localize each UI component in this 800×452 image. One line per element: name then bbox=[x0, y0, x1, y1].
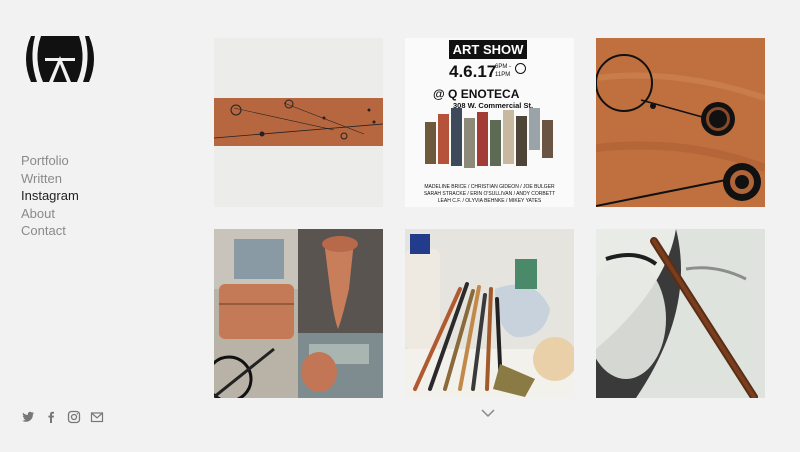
mail-icon[interactable] bbox=[90, 410, 104, 424]
nav-item-portfolio[interactable]: Portfolio bbox=[21, 152, 79, 170]
poster-artists-line: MADELINE BRICE / CHRISTIAN GIDEON / JOE … bbox=[424, 184, 555, 190]
social-links bbox=[21, 410, 104, 424]
poster-time-start: 6PM - bbox=[495, 64, 512, 70]
instagram-post-wooden-pen[interactable] bbox=[596, 229, 765, 398]
instagram-post-wood-detail[interactable] bbox=[596, 38, 765, 207]
instagram-post-leather-bag[interactable] bbox=[214, 229, 383, 398]
twitter-icon[interactable] bbox=[21, 410, 35, 424]
instagram-post-art-show-poster[interactable]: ART SHOW 4.6.17 6PM - 11PM @ Q ENOTECA 3… bbox=[405, 38, 574, 207]
poster-venue: @ Q ENOTECA bbox=[433, 87, 520, 101]
nav-item-instagram[interactable]: Instagram bbox=[21, 187, 79, 205]
facebook-icon[interactable] bbox=[44, 410, 58, 424]
poster-artists-line: SARAH STRACKE / ERIN O'SULLIVAN / ANDY C… bbox=[423, 191, 556, 197]
poster-date: 4.6.17 bbox=[449, 62, 497, 81]
poster-time: 6PM - 11PM bbox=[495, 63, 511, 79]
chevron-down-icon[interactable] bbox=[481, 405, 495, 418]
poster-artists-line: LEAH C.F. / OLYVIA BEHNKE / MIKEY YATES bbox=[437, 198, 542, 204]
nav-item-written[interactable]: Written bbox=[21, 170, 79, 188]
site-logo[interactable] bbox=[21, 34, 99, 84]
poster-artwork-strips bbox=[425, 108, 553, 168]
instagram-icon[interactable] bbox=[67, 410, 81, 424]
poster-time-end: 11PM bbox=[495, 72, 511, 78]
poster-title: ART SHOW bbox=[449, 40, 527, 59]
instagram-post-wood-plank[interactable] bbox=[214, 38, 383, 207]
poster-artists: MADELINE BRICE / CHRISTIAN GIDEON / JOE … bbox=[405, 184, 574, 205]
poster-venue-logo bbox=[515, 63, 526, 74]
instagram-post-paint-brushes[interactable] bbox=[405, 229, 574, 398]
nav-item-about[interactable]: About bbox=[21, 205, 79, 223]
main-nav: Portfolio Written Instagram About Contac… bbox=[21, 152, 79, 240]
nav-item-contact[interactable]: Contact bbox=[21, 222, 79, 240]
